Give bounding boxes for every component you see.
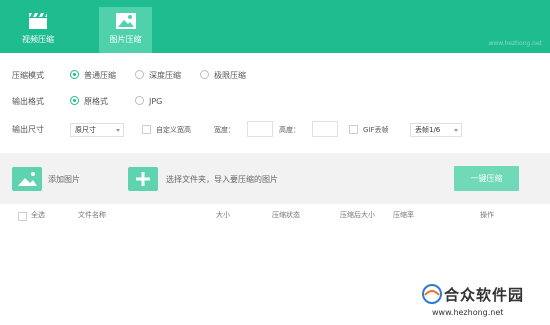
gif-drop-select-value: 丢帧1/6 xyxy=(415,126,441,134)
mode-deep-option[interactable]: 深度压缩 xyxy=(135,69,181,83)
gif-drop-label: GIF丢帧 xyxy=(363,126,389,134)
add-folder-icon[interactable] xyxy=(128,167,158,191)
top-header: 视频压缩 图片压缩 www.hezhong.net xyxy=(0,0,550,53)
column-status: 压缩状态 xyxy=(272,211,300,219)
tab-image-label: 图片压缩 xyxy=(109,35,142,44)
custom-size-checkbox[interactable] xyxy=(142,125,151,134)
chevron-down-icon xyxy=(116,129,120,132)
mode-extreme-label: 极限压缩 xyxy=(214,71,246,80)
format-jpg-label: JPG xyxy=(149,97,163,106)
tab-video-label: 视频压缩 xyxy=(22,35,54,44)
chevron-down-icon xyxy=(454,129,458,132)
height-input[interactable] xyxy=(312,121,338,137)
watermark-logo xyxy=(422,284,442,304)
size-select[interactable]: 原尺寸 xyxy=(70,123,124,137)
width-input[interactable] xyxy=(247,121,273,137)
mode-extreme-option[interactable]: 极限压缩 xyxy=(200,69,246,83)
radio-checked-icon[interactable] xyxy=(70,70,79,79)
one-click-compress-button[interactable]: 一键压缩 xyxy=(454,166,519,191)
gif-drop-checkbox[interactable] xyxy=(349,125,358,134)
output-size-label: 输出尺寸 xyxy=(12,125,44,134)
clapperboard-icon xyxy=(29,13,47,29)
action-bar: 添加图片 选择文件夹，导入要压缩的图片 一键压缩 xyxy=(0,153,550,204)
gif-drop-select[interactable]: 丢帧1/6 xyxy=(410,123,462,137)
height-label: 高度： xyxy=(279,126,300,134)
choose-folder-button[interactable]: 选择文件夹，导入要压缩的图片 xyxy=(166,174,278,185)
column-compressed-size: 压缩后大小 xyxy=(340,211,375,219)
output-size-row: 输出尺寸 原尺寸 自定义宽高 宽度： 高度： GIF丢帧 丢帧1/6 xyxy=(12,121,542,137)
output-format-row: 输出格式 原格式 JPG xyxy=(12,95,542,109)
column-filename: 文件名称 xyxy=(78,211,106,219)
tab-image-compress[interactable]: 图片压缩 xyxy=(99,7,152,53)
width-label: 宽度： xyxy=(214,126,235,134)
tab-video-compress[interactable]: 视频压缩 xyxy=(12,7,64,53)
mode-normal-label: 普通压缩 xyxy=(84,71,116,80)
header-watermark: www.hezhong.net xyxy=(488,40,542,47)
format-jpg-option[interactable]: JPG xyxy=(135,95,162,109)
size-select-value: 原尺寸 xyxy=(75,126,96,134)
output-format-label: 输出格式 xyxy=(12,97,44,106)
add-image-icon[interactable] xyxy=(12,167,42,191)
radio-icon[interactable] xyxy=(135,70,144,79)
select-all-checkbox[interactable] xyxy=(18,212,27,221)
add-image-button[interactable]: 添加图片 xyxy=(48,174,80,185)
watermark-title: 合众软件园 xyxy=(444,286,525,304)
radio-icon[interactable] xyxy=(200,70,209,79)
column-size: 大小 xyxy=(216,211,230,219)
format-original-label: 原格式 xyxy=(84,97,108,106)
compress-mode-row: 压缩模式 普通压缩 深度压缩 极限压缩 xyxy=(12,69,542,83)
column-actions: 操作 xyxy=(480,211,494,219)
select-all-label: 全选 xyxy=(31,211,45,219)
custom-size-label: 自定义宽高 xyxy=(156,126,191,134)
image-icon xyxy=(115,13,136,29)
radio-checked-icon[interactable] xyxy=(70,96,79,105)
compress-mode-label: 压缩模式 xyxy=(12,71,44,80)
radio-icon[interactable] xyxy=(135,96,144,105)
watermark-url: www.hezhong.net xyxy=(432,308,504,317)
table-header: 全选 文件名称 大小 压缩状态 压缩后大小 压缩率 操作 xyxy=(0,210,550,224)
mode-normal-option[interactable]: 普通压缩 xyxy=(70,69,116,83)
format-original-option[interactable]: 原格式 xyxy=(70,95,108,109)
column-ratio: 压缩率 xyxy=(393,211,414,219)
mode-deep-label: 深度压缩 xyxy=(149,71,181,80)
